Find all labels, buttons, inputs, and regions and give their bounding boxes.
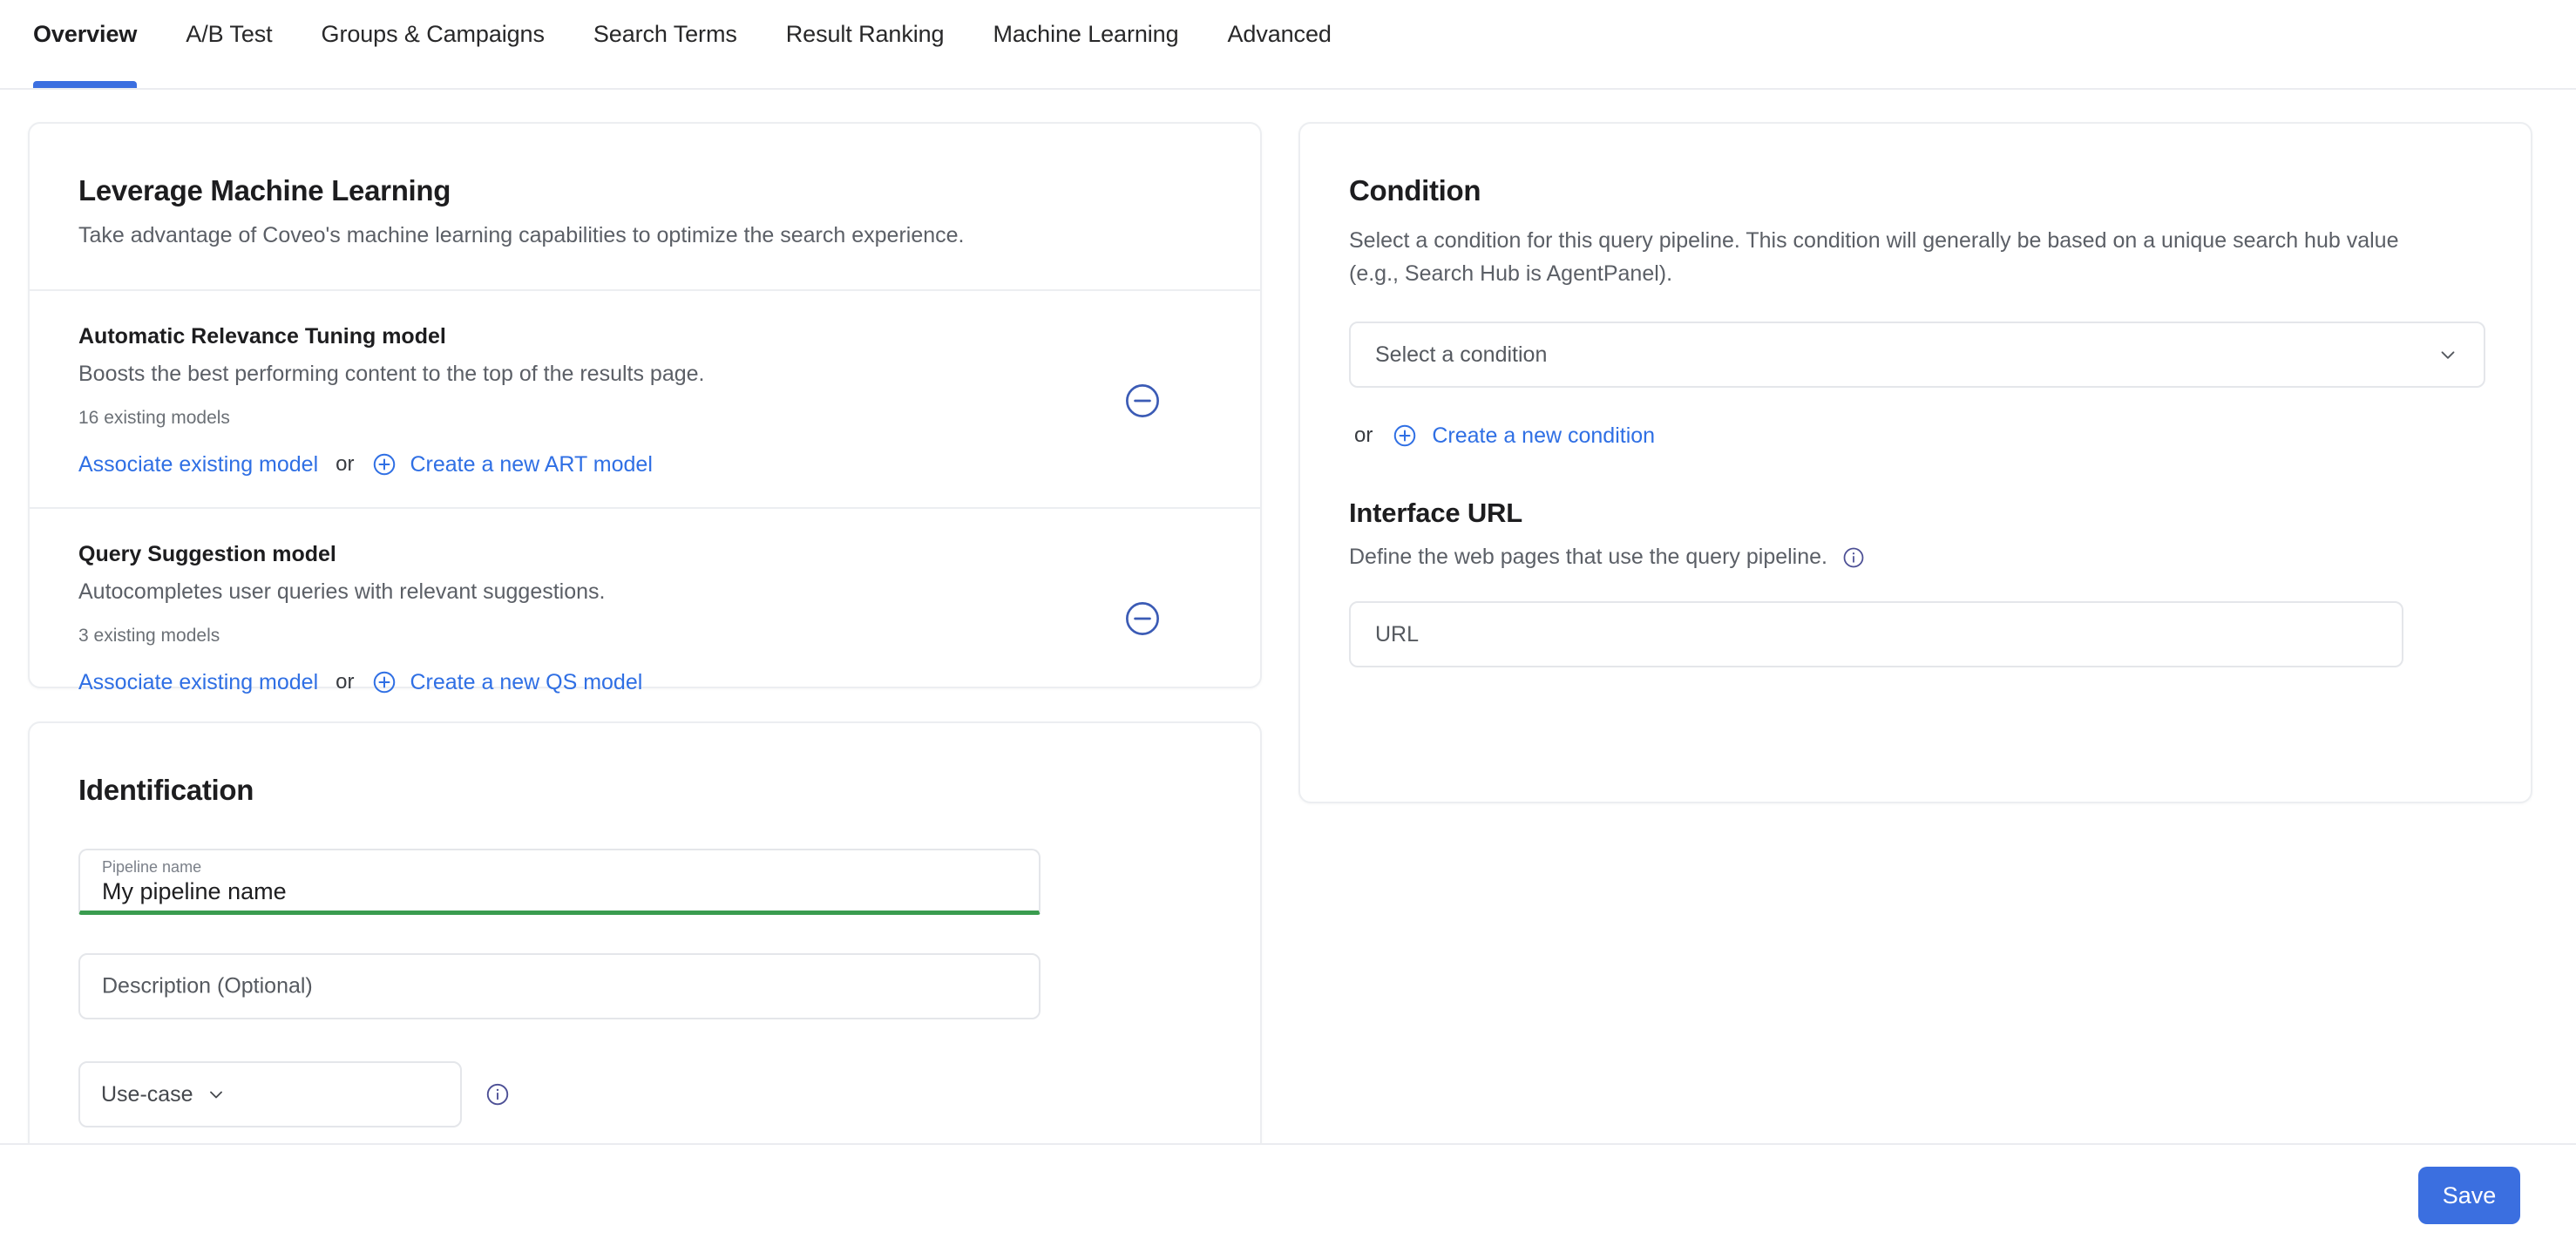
tab-ab-test-label: A/B Test [186,21,273,47]
tab-result-ranking-label: Result Ranking [785,21,945,47]
tab-list: Overview A/B Test Groups & Campaigns Sea… [0,0,1356,88]
art-model-actions: Associate existing model or Create a new… [78,451,1122,477]
tab-result-ranking[interactable]: Result Ranking [762,0,969,88]
ml-card-header: Leverage Machine Learning Take advantage… [30,124,1260,289]
interface-url-description-row: Define the web pages that use the query … [1349,545,2531,570]
art-create-new-model-link[interactable]: Create a new ART model [410,452,652,477]
pipeline-name-field[interactable]: Pipeline name My pipeline name [78,849,1041,915]
qs-model-row: Query Suggestion model Autocompletes use… [30,509,1260,725]
interface-url-description: Define the web pages that use the query … [1349,545,1827,569]
qs-create-new-model-link[interactable]: Create a new QS model [410,670,642,695]
tab-search-terms-label: Search Terms [593,21,737,47]
pipeline-name-value: My pipeline name [102,878,287,904]
primary-tab-bar: Overview A/B Test Groups & Campaigns Sea… [0,0,2576,90]
description-field[interactable]: Description (Optional) [78,953,1041,1019]
tab-groups-campaigns-label: Groups & Campaigns [321,21,545,47]
qs-associate-existing-model-link[interactable]: Associate existing model [78,670,318,695]
art-model-existing-count: 16 existing models [78,408,230,429]
condition-card-subtitle: Select a condition for this query pipeli… [1349,228,2399,286]
tab-overview-label: Overview [33,21,138,47]
minus-circle-icon[interactable] [1122,381,1163,421]
art-model-description: Boosts the best performing content to th… [78,362,705,387]
condition-card: Condition Select a condition for this qu… [1298,122,2532,803]
identification-card-title: Identification [78,774,254,806]
art-model-name: Automatic Relevance Tuning model [78,324,446,349]
qs-or-label: or [336,670,355,694]
art-model-info: Automatic Relevance Tuning model Boosts … [78,324,1122,477]
tab-overview[interactable]: Overview [33,0,161,88]
use-case-label: Use-case [101,1081,193,1107]
interface-url-title: Interface URL [1349,498,1522,528]
identification-card-header: Identification [30,723,1260,807]
ml-card-subtitle: Take advantage of Coveo's machine learni… [78,223,965,247]
condition-select-placeholder: Select a condition [1375,342,1548,367]
use-case-row: Use-case [30,1061,1260,1127]
save-button[interactable]: Save [2418,1167,2520,1224]
condition-card-title: Condition [1349,174,1481,206]
plus-circle-icon[interactable] [1392,423,1418,449]
condition-card-header: Condition Select a condition for this qu… [1300,124,2531,290]
interface-url-placeholder: URL [1375,621,1420,647]
info-circle-icon[interactable] [1841,545,1866,570]
ml-card-title: Leverage Machine Learning [78,174,451,206]
create-condition-row: or Create a new condition [1349,423,2531,449]
condition-select[interactable]: Select a condition [1349,322,2485,388]
tab-ab-test[interactable]: A/B Test [161,0,296,88]
tab-machine-learning-label: Machine Learning [993,21,1179,47]
tab-advanced[interactable]: Advanced [1203,0,1356,88]
chevron-down-icon [2437,343,2459,366]
footer-bar [0,1145,2576,1239]
minus-circle-icon[interactable] [1122,599,1163,639]
pipeline-name-label: Pipeline name [102,858,202,876]
machine-learning-card: Leverage Machine Learning Take advantage… [28,122,1262,694]
tab-groups-campaigns[interactable]: Groups & Campaigns [297,0,569,88]
qs-model-actions: Associate existing model or Create a new… [78,669,1122,695]
plus-circle-icon[interactable] [371,451,397,477]
use-case-select[interactable]: Use-case [78,1061,462,1127]
qs-model-existing-count: 3 existing models [78,626,220,647]
tab-search-terms[interactable]: Search Terms [569,0,762,88]
description-placeholder: Description (Optional) [102,973,313,999]
tab-machine-learning[interactable]: Machine Learning [968,0,1203,88]
plus-circle-icon[interactable] [371,669,397,695]
art-or-label: or [336,452,355,477]
qs-model-info: Query Suggestion model Autocompletes use… [78,542,1122,695]
create-new-condition-link[interactable]: Create a new condition [1432,423,1655,449]
interface-url-input[interactable]: URL [1349,601,2403,667]
qs-model-name: Query Suggestion model [78,542,336,567]
page-content: Leverage Machine Learning Take advantage… [0,90,2576,1225]
info-circle-icon[interactable] [485,1081,511,1107]
tab-advanced-label: Advanced [1227,21,1332,47]
condition-or-label: or [1354,423,1373,447]
art-associate-existing-model-link[interactable]: Associate existing model [78,452,318,477]
chevron-down-icon [206,1084,227,1105]
qs-model-description: Autocompletes user queries with relevant… [78,579,606,605]
art-model-row: Automatic Relevance Tuning model Boosts … [30,291,1260,507]
